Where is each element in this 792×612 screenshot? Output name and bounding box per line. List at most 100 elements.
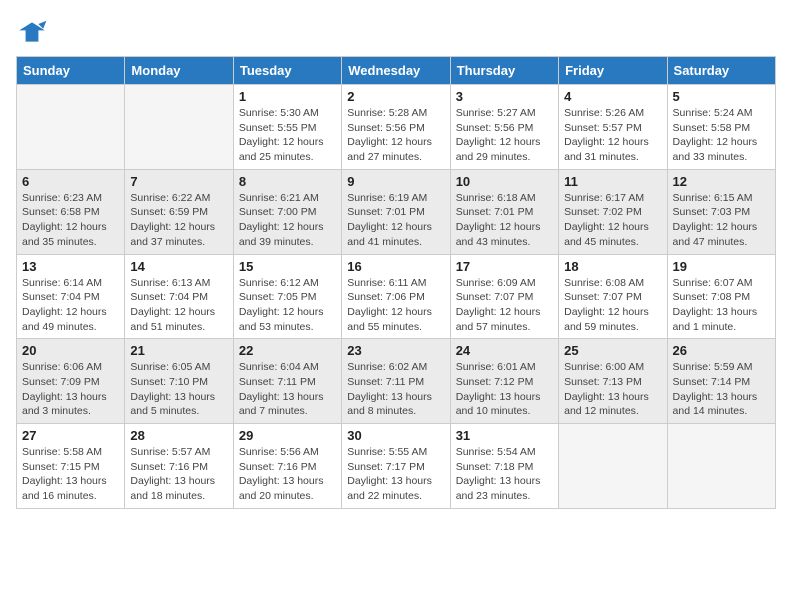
- day-number: 9: [347, 174, 444, 189]
- day-number: 26: [673, 343, 770, 358]
- day-info: Sunrise: 6:00 AMSunset: 7:13 PMDaylight:…: [564, 360, 661, 419]
- calendar-cell: 24 Sunrise: 6:01 AMSunset: 7:12 PMDayligh…: [450, 339, 558, 424]
- calendar-cell: 16 Sunrise: 6:11 AMSunset: 7:06 PMDayligh…: [342, 254, 450, 339]
- calendar-cell: 20 Sunrise: 6:06 AMSunset: 7:09 PMDayligh…: [17, 339, 125, 424]
- day-number: 29: [239, 428, 336, 443]
- calendar-week-row: 1Sunrise: 5:30 AMSunset: 5:55 PMDaylight…: [17, 85, 776, 170]
- calendar-cell: 17Sunrise: 6:09 AMSunset: 7:07 PMDayligh…: [450, 254, 558, 339]
- calendar-week-row: 27 Sunrise: 5:58 AMSunset: 7:15 PMDayligh…: [17, 424, 776, 509]
- calendar-cell: 18 Sunrise: 6:08 AMSunset: 7:07 PMDayligh…: [559, 254, 667, 339]
- day-number: 25: [564, 343, 661, 358]
- weekday-header-sunday: Sunday: [17, 57, 125, 85]
- weekday-header-thursday: Thursday: [450, 57, 558, 85]
- calendar-cell: 7 Sunrise: 6:22 AMSunset: 6:59 PMDaylight…: [125, 169, 233, 254]
- day-info: Sunrise: 6:13 AMSunset: 7:04 PMDaylight:…: [130, 276, 227, 335]
- calendar-cell: [125, 85, 233, 170]
- day-info: Sunrise: 6:18 AMSunset: 7:01 PMDaylight:…: [456, 191, 553, 250]
- day-info: Sunrise: 6:22 AMSunset: 6:59 PMDaylight:…: [130, 191, 227, 250]
- calendar-cell: 8Sunrise: 6:21 AMSunset: 7:00 PMDaylight…: [233, 169, 341, 254]
- day-info: Sunrise: 5:26 AMSunset: 5:57 PMDaylight:…: [564, 106, 661, 165]
- calendar-cell: 25 Sunrise: 6:00 AMSunset: 7:13 PMDayligh…: [559, 339, 667, 424]
- calendar-cell: 27 Sunrise: 5:58 AMSunset: 7:15 PMDayligh…: [17, 424, 125, 509]
- day-number: 5: [673, 89, 770, 104]
- day-number: 3: [456, 89, 553, 104]
- calendar-cell: 21Sunrise: 6:05 AMSunset: 7:10 PMDayligh…: [125, 339, 233, 424]
- calendar-cell: 28 Sunrise: 5:57 AMSunset: 7:16 PMDayligh…: [125, 424, 233, 509]
- day-number: 4: [564, 89, 661, 104]
- day-number: 17: [456, 259, 553, 274]
- calendar-cell: [667, 424, 775, 509]
- day-number: 27: [22, 428, 119, 443]
- calendar-week-row: 13 Sunrise: 6:14 AMSunset: 7:04 PMDayligh…: [17, 254, 776, 339]
- calendar-cell: 10 Sunrise: 6:18 AMSunset: 7:01 PMDayligh…: [450, 169, 558, 254]
- day-info: Sunrise: 6:15 AMSunset: 7:03 PMDaylight:…: [673, 191, 770, 250]
- calendar-cell: [17, 85, 125, 170]
- day-info: Sunrise: 6:14 AMSunset: 7:04 PMDaylight:…: [22, 276, 119, 335]
- day-number: 18: [564, 259, 661, 274]
- day-number: 22: [239, 343, 336, 358]
- day-number: 16: [347, 259, 444, 274]
- day-info: Sunrise: 6:08 AMSunset: 7:07 PMDaylight:…: [564, 276, 661, 335]
- weekday-header-saturday: Saturday: [667, 57, 775, 85]
- calendar-header-row: SundayMondayTuesdayWednesdayThursdayFrid…: [17, 57, 776, 85]
- calendar-cell: 15 Sunrise: 6:12 AMSunset: 7:05 PMDayligh…: [233, 254, 341, 339]
- day-info: Sunrise: 6:17 AMSunset: 7:02 PMDaylight:…: [564, 191, 661, 250]
- day-info: Sunrise: 5:28 AMSunset: 5:56 PMDaylight:…: [347, 106, 444, 165]
- day-number: 31: [456, 428, 553, 443]
- day-number: 23: [347, 343, 444, 358]
- day-info: Sunrise: 6:23 AMSunset: 6:58 PMDaylight:…: [22, 191, 119, 250]
- day-info: Sunrise: 6:02 AMSunset: 7:11 PMDaylight:…: [347, 360, 444, 419]
- calendar-cell: 13 Sunrise: 6:14 AMSunset: 7:04 PMDayligh…: [17, 254, 125, 339]
- day-info: Sunrise: 5:30 AMSunset: 5:55 PMDaylight:…: [239, 106, 336, 165]
- calendar-cell: 26 Sunrise: 5:59 AMSunset: 7:14 PMDayligh…: [667, 339, 775, 424]
- day-info: Sunrise: 6:12 AMSunset: 7:05 PMDaylight:…: [239, 276, 336, 335]
- calendar-week-row: 6Sunrise: 6:23 AMSunset: 6:58 PMDaylight…: [17, 169, 776, 254]
- calendar-cell: 30Sunrise: 5:55 AMSunset: 7:17 PMDayligh…: [342, 424, 450, 509]
- calendar-cell: 11Sunrise: 6:17 AMSunset: 7:02 PMDayligh…: [559, 169, 667, 254]
- logo: [16, 16, 52, 48]
- day-info: Sunrise: 6:05 AMSunset: 7:10 PMDaylight:…: [130, 360, 227, 419]
- calendar-cell: 2Sunrise: 5:28 AMSunset: 5:56 PMDaylight…: [342, 85, 450, 170]
- calendar-cell: 22 Sunrise: 6:04 AMSunset: 7:11 PMDayligh…: [233, 339, 341, 424]
- day-number: 28: [130, 428, 227, 443]
- calendar-cell: 1Sunrise: 5:30 AMSunset: 5:55 PMDaylight…: [233, 85, 341, 170]
- day-info: Sunrise: 6:04 AMSunset: 7:11 PMDaylight:…: [239, 360, 336, 419]
- calendar-cell: 12 Sunrise: 6:15 AMSunset: 7:03 PMDayligh…: [667, 169, 775, 254]
- day-info: Sunrise: 5:27 AMSunset: 5:56 PMDaylight:…: [456, 106, 553, 165]
- day-info: Sunrise: 6:01 AMSunset: 7:12 PMDaylight:…: [456, 360, 553, 419]
- calendar-cell: 14Sunrise: 6:13 AMSunset: 7:04 PMDayligh…: [125, 254, 233, 339]
- page-header: [16, 16, 776, 48]
- calendar-week-row: 20 Sunrise: 6:06 AMSunset: 7:09 PMDayligh…: [17, 339, 776, 424]
- day-number: 15: [239, 259, 336, 274]
- calendar-cell: 3 Sunrise: 5:27 AMSunset: 5:56 PMDaylight…: [450, 85, 558, 170]
- logo-icon: [16, 16, 48, 48]
- day-info: Sunrise: 6:07 AMSunset: 7:08 PMDaylight:…: [673, 276, 770, 335]
- day-info: Sunrise: 5:24 AMSunset: 5:58 PMDaylight:…: [673, 106, 770, 165]
- day-number: 7: [130, 174, 227, 189]
- calendar-cell: 19 Sunrise: 6:07 AMSunset: 7:08 PMDayligh…: [667, 254, 775, 339]
- day-info: Sunrise: 6:21 AMSunset: 7:00 PMDaylight:…: [239, 191, 336, 250]
- day-info: Sunrise: 6:19 AMSunset: 7:01 PMDaylight:…: [347, 191, 444, 250]
- calendar-cell: 6Sunrise: 6:23 AMSunset: 6:58 PMDaylight…: [17, 169, 125, 254]
- day-number: 24: [456, 343, 553, 358]
- weekday-header-tuesday: Tuesday: [233, 57, 341, 85]
- calendar-cell: 29 Sunrise: 5:56 AMSunset: 7:16 PMDayligh…: [233, 424, 341, 509]
- day-info: Sunrise: 6:11 AMSunset: 7:06 PMDaylight:…: [347, 276, 444, 335]
- day-info: Sunrise: 5:59 AMSunset: 7:14 PMDaylight:…: [673, 360, 770, 419]
- calendar-cell: 9 Sunrise: 6:19 AMSunset: 7:01 PMDaylight…: [342, 169, 450, 254]
- day-info: Sunrise: 6:06 AMSunset: 7:09 PMDaylight:…: [22, 360, 119, 419]
- weekday-header-friday: Friday: [559, 57, 667, 85]
- weekday-header-monday: Monday: [125, 57, 233, 85]
- day-info: Sunrise: 5:56 AMSunset: 7:16 PMDaylight:…: [239, 445, 336, 504]
- calendar-cell: 5 Sunrise: 5:24 AMSunset: 5:58 PMDaylight…: [667, 85, 775, 170]
- day-info: Sunrise: 5:58 AMSunset: 7:15 PMDaylight:…: [22, 445, 119, 504]
- day-number: 20: [22, 343, 119, 358]
- day-number: 10: [456, 174, 553, 189]
- calendar-table: SundayMondayTuesdayWednesdayThursdayFrid…: [16, 56, 776, 509]
- day-info: Sunrise: 5:57 AMSunset: 7:16 PMDaylight:…: [130, 445, 227, 504]
- day-number: 30: [347, 428, 444, 443]
- day-number: 19: [673, 259, 770, 274]
- day-number: 13: [22, 259, 119, 274]
- calendar-cell: 23 Sunrise: 6:02 AMSunset: 7:11 PMDayligh…: [342, 339, 450, 424]
- day-number: 12: [673, 174, 770, 189]
